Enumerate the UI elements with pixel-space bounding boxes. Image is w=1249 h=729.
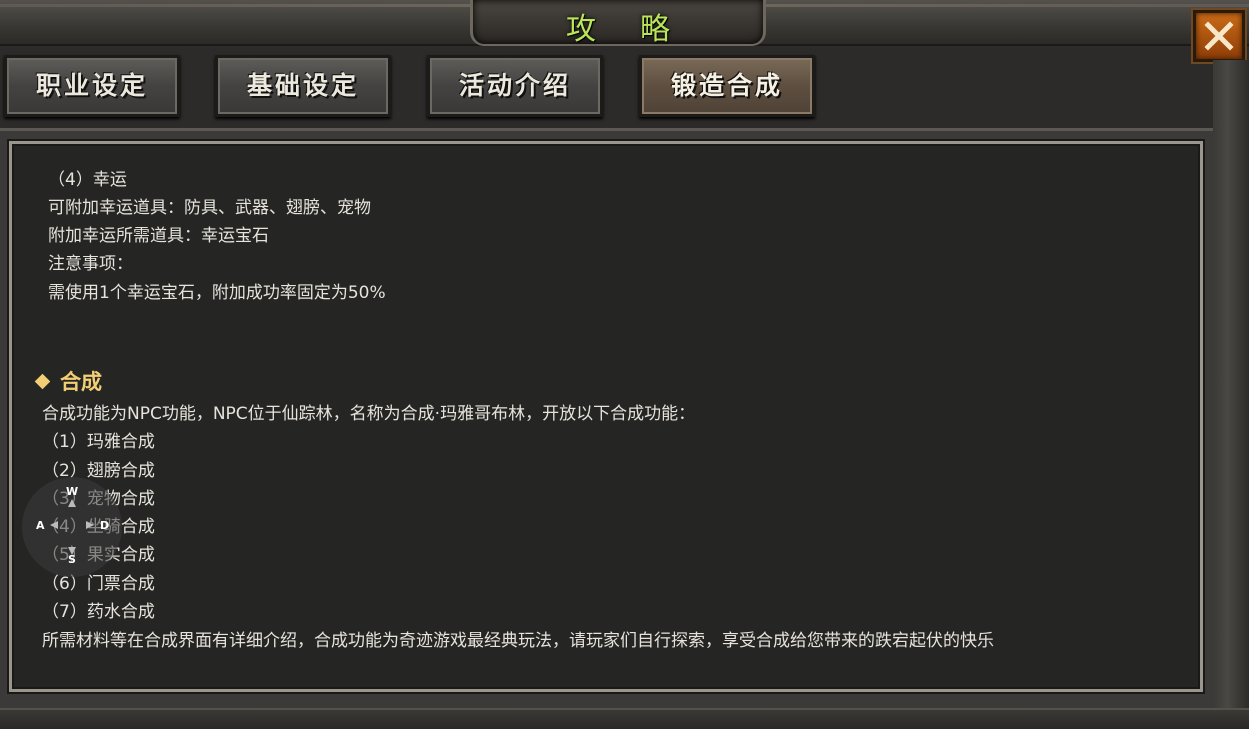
luck-items: 可附加幸运道具：防具、武器、翅膀、宠物 [48, 198, 371, 218]
close-button[interactable] [1193, 10, 1245, 62]
luck-title: （4）幸运 [48, 170, 127, 190]
diamond-bullet-icon [34, 373, 51, 390]
luck-notes-label: 注意事项： [48, 254, 133, 274]
synthesis-heading-text: 合成 [60, 370, 102, 394]
luck-requirement: 附加幸运所需道具：幸运宝石 [48, 226, 269, 246]
window-title: 攻略 [566, 12, 714, 47]
virtual-joystick[interactable]: W A D S [22, 477, 122, 577]
synthesis-footer: 所需材料等在合成界面有详细介绍，合成功能为奇迹游戏最经典玩法，请玩家们自行探索，… [42, 631, 994, 651]
tab-class-settings[interactable]: 职业设定 [4, 55, 180, 117]
frame-right-border [1213, 60, 1249, 727]
list-item: （7）药水合成 [42, 602, 155, 622]
tab-forge-synthesis[interactable]: 锻造合成 [639, 55, 815, 117]
close-icon [1204, 21, 1234, 51]
tab-event-intro[interactable]: 活动介绍 [427, 55, 603, 117]
synthesis-heading: 合成 [34, 366, 102, 396]
list-item: （1）玛雅合成 [42, 432, 155, 452]
synthesis-intro: 合成功能为NPC功能，NPC位于仙踪林，名称为合成·玛雅哥布林，开放以下合成功能… [42, 404, 696, 424]
joystick-arrows-icon [50, 499, 94, 555]
tab-basic-settings[interactable]: 基础设定 [215, 55, 391, 117]
frame-bottom-border [0, 708, 1249, 729]
luck-note: 需使用1个幸运宝石，附加成功率固定为50% [48, 283, 386, 303]
